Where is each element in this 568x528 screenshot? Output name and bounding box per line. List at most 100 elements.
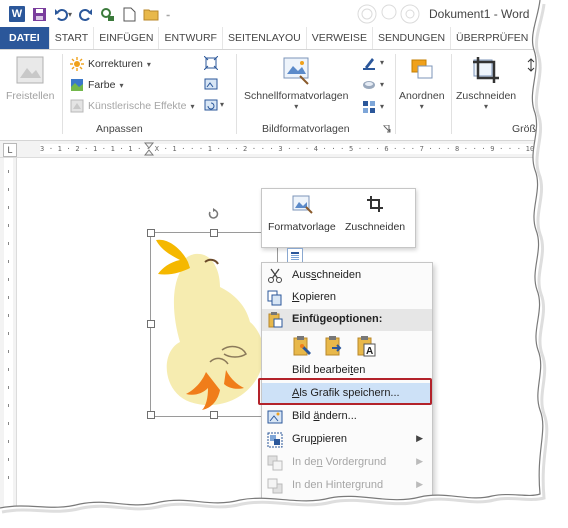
resize-handle-w[interactable]	[147, 320, 155, 328]
resize-handle-n[interactable]	[210, 229, 218, 237]
anordnen-button[interactable]: Anordnen ▾	[399, 54, 445, 111]
mini-toolbar: Formatvorlage Zuschneiden	[261, 188, 416, 248]
group-separator	[451, 54, 452, 134]
farbe-label: Farbe	[88, 79, 116, 91]
menu-item-gruppieren[interactable]: Gruppieren ▶	[262, 429, 432, 451]
dialog-launcher-icon[interactable]	[383, 125, 391, 133]
menu-label: In den Hintergrund	[292, 479, 384, 491]
change-picture-icon	[267, 410, 283, 424]
menu-item-ausschneiden[interactable]: Ausschneiden	[262, 265, 432, 287]
mini-zuschneiden-button[interactable]: Zuschneiden	[345, 193, 405, 233]
resize-handle-sw[interactable]	[147, 411, 155, 419]
ribbon: Freistellen Korrekturen ▾ Farbe ▾ Künstl…	[0, 50, 542, 141]
word-logo: W	[9, 6, 25, 22]
ruler-scale: 3 · 1 · 2 · 1 · 1 · 1 · · X · 1 · · · 1 …	[40, 144, 540, 154]
quick-styles-icon	[283, 57, 309, 85]
paste-keep-formatting-icon[interactable]	[290, 334, 314, 358]
menu-header-einfuegeoptionen: Einfügeoptionen:	[262, 309, 432, 331]
anordnen-label: Anordnen	[399, 90, 445, 102]
height-icon[interactable]	[524, 58, 538, 72]
submenu-arrow-icon: ▶	[416, 456, 423, 466]
schnellformatvorlagen-label: Schnellformatvorlagen	[244, 90, 349, 102]
paste-icon	[268, 312, 283, 328]
reset-picture-icon[interactable]	[204, 98, 218, 112]
quick-access-toolbar: W ▾ ₌	[6, 5, 172, 23]
horizontal-ruler[interactable]: L 3 · 1 · 2 · 1 · 1 · 1 · · X · 1 · · · …	[0, 141, 540, 158]
ribbon-tabs: DATEI START EINFÜGEN ENTWURF SEITENLAYOU…	[0, 27, 554, 50]
rotate-handle-icon[interactable]	[207, 208, 219, 220]
print-preview-icon[interactable]	[96, 5, 118, 23]
chevron-down-icon[interactable]: ▾	[380, 58, 384, 67]
compress-pictures-icon[interactable]	[204, 56, 218, 70]
menu-label: Bild ändern...	[292, 410, 357, 422]
picture-border-icon[interactable]	[362, 56, 376, 70]
menu-label: Kopieren	[292, 291, 337, 303]
tab-datei[interactable]: DATEI	[0, 27, 50, 49]
tab-verweise[interactable]: VERWEISE	[307, 27, 373, 49]
chevron-down-icon: ▾	[419, 102, 424, 111]
group-label-anpassen: Anpassen	[96, 123, 143, 135]
save-icon[interactable]	[28, 5, 50, 23]
tab-einfuegen[interactable]: EINFÜGEN	[94, 27, 160, 49]
bring-forward-icon	[267, 455, 283, 471]
korrekturen-button[interactable]: Korrekturen ▾	[70, 55, 151, 73]
tab-entwurf[interactable]: ENTWURF	[159, 27, 223, 49]
menu-label: Bild bearbeiten	[292, 364, 366, 376]
schnellformatvorlagen-button[interactable]: Schnellformatvorlagen ▾	[244, 54, 348, 111]
resize-handle-nw[interactable]	[147, 229, 155, 237]
picture-effects-icon[interactable]	[362, 78, 376, 92]
customize-qat-icon[interactable]: ₌	[166, 10, 170, 19]
word-app-icon[interactable]: W	[6, 5, 28, 23]
menu-item-in-den-vordergrund[interactable]: In den Vordergrund ▶	[262, 452, 432, 474]
paste-text-only-icon[interactable]: A	[354, 334, 378, 358]
chevron-down-icon[interactable]: ▾	[380, 80, 384, 89]
arrange-icon	[411, 59, 433, 79]
tab-seitenlayout[interactable]: SEITENLAYOU	[223, 27, 307, 49]
vertical-ruler-scale	[4, 158, 13, 508]
formatvorlage-label: Formatvorlage	[268, 221, 336, 233]
vertical-ruler[interactable]	[0, 158, 17, 508]
resize-handle-s[interactable]	[210, 411, 218, 419]
picture-style-icon	[292, 195, 313, 214]
chevron-down-icon[interactable]: ▾	[220, 100, 224, 109]
korrekturen-label: Korrekturen	[88, 58, 143, 70]
group-separator	[395, 54, 396, 134]
tab-sendungen[interactable]: SENDUNGEN	[373, 27, 452, 49]
mini-zuschneiden-label: Zuschneiden	[345, 221, 406, 233]
formatvorlage-button[interactable]: Formatvorlage	[268, 193, 336, 233]
scissors-icon	[268, 268, 282, 283]
chevron-down-icon[interactable]: ▾	[380, 102, 384, 111]
remove-background-icon	[16, 56, 44, 84]
title-bar: W ▾ ₌ Dokument1 - Word	[0, 0, 540, 27]
chevron-down-icon: ▾	[190, 101, 195, 111]
color-icon	[71, 79, 83, 91]
open-folder-icon[interactable]	[140, 5, 162, 23]
group-icon	[267, 432, 283, 448]
freistellen-button[interactable]: Freistellen	[6, 54, 54, 102]
zuschneiden-button[interactable]: Zuschneiden ▾	[456, 54, 516, 111]
title-decoration-icon	[357, 4, 420, 24]
tab-ansicht[interactable]: A	[534, 27, 554, 49]
menu-item-in-den-hintergrund[interactable]: In den Hintergrund ▶	[262, 475, 432, 497]
tab-ueberpruefen[interactable]: ÜBERPRÜFEN	[451, 27, 535, 49]
zuschneiden-label: Zuschneiden	[456, 90, 517, 102]
undo-dropdown-icon[interactable]: ▾	[68, 10, 72, 19]
menu-label: Einfügeoptionen:	[292, 313, 383, 325]
kuenstlerische-effekte-button[interactable]: Künstlerische Effekte ▾	[70, 97, 194, 115]
indent-marker-icon[interactable]	[144, 142, 154, 156]
tab-start[interactable]: START	[50, 27, 95, 49]
highlight-annotation-frame	[258, 378, 432, 405]
redo-icon[interactable]	[74, 5, 96, 23]
menu-item-bild-aendern[interactable]: Bild ändern...	[262, 406, 432, 428]
farbe-button[interactable]: Farbe ▾	[70, 76, 123, 94]
artistic-effects-icon	[70, 99, 84, 113]
new-document-icon[interactable]	[118, 5, 140, 23]
menu-item-kopieren[interactable]: Kopieren	[262, 287, 432, 309]
picture-layout-icon[interactable]	[362, 100, 376, 114]
svg-text:A: A	[366, 346, 373, 357]
chevron-down-icon: ▾	[146, 59, 151, 69]
change-picture-icon[interactable]	[204, 77, 218, 91]
paste-picture-icon[interactable]	[322, 334, 346, 358]
tab-stop-selector[interactable]: L	[3, 143, 17, 157]
group-label-bildformatvorlagen: Bildformatvorlagen	[262, 123, 350, 135]
